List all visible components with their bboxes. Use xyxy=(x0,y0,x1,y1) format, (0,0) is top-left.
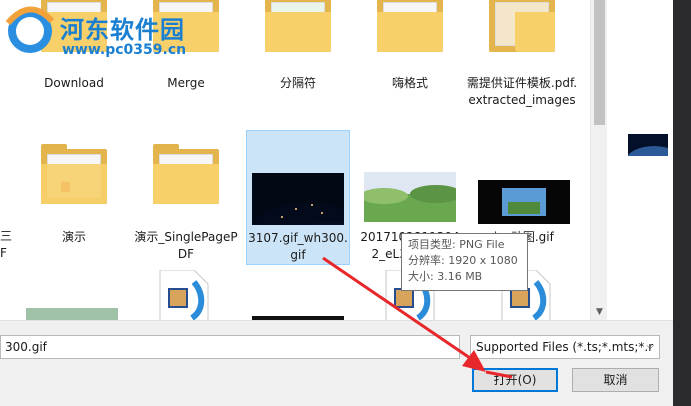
annotation-arrows xyxy=(322,256,513,379)
